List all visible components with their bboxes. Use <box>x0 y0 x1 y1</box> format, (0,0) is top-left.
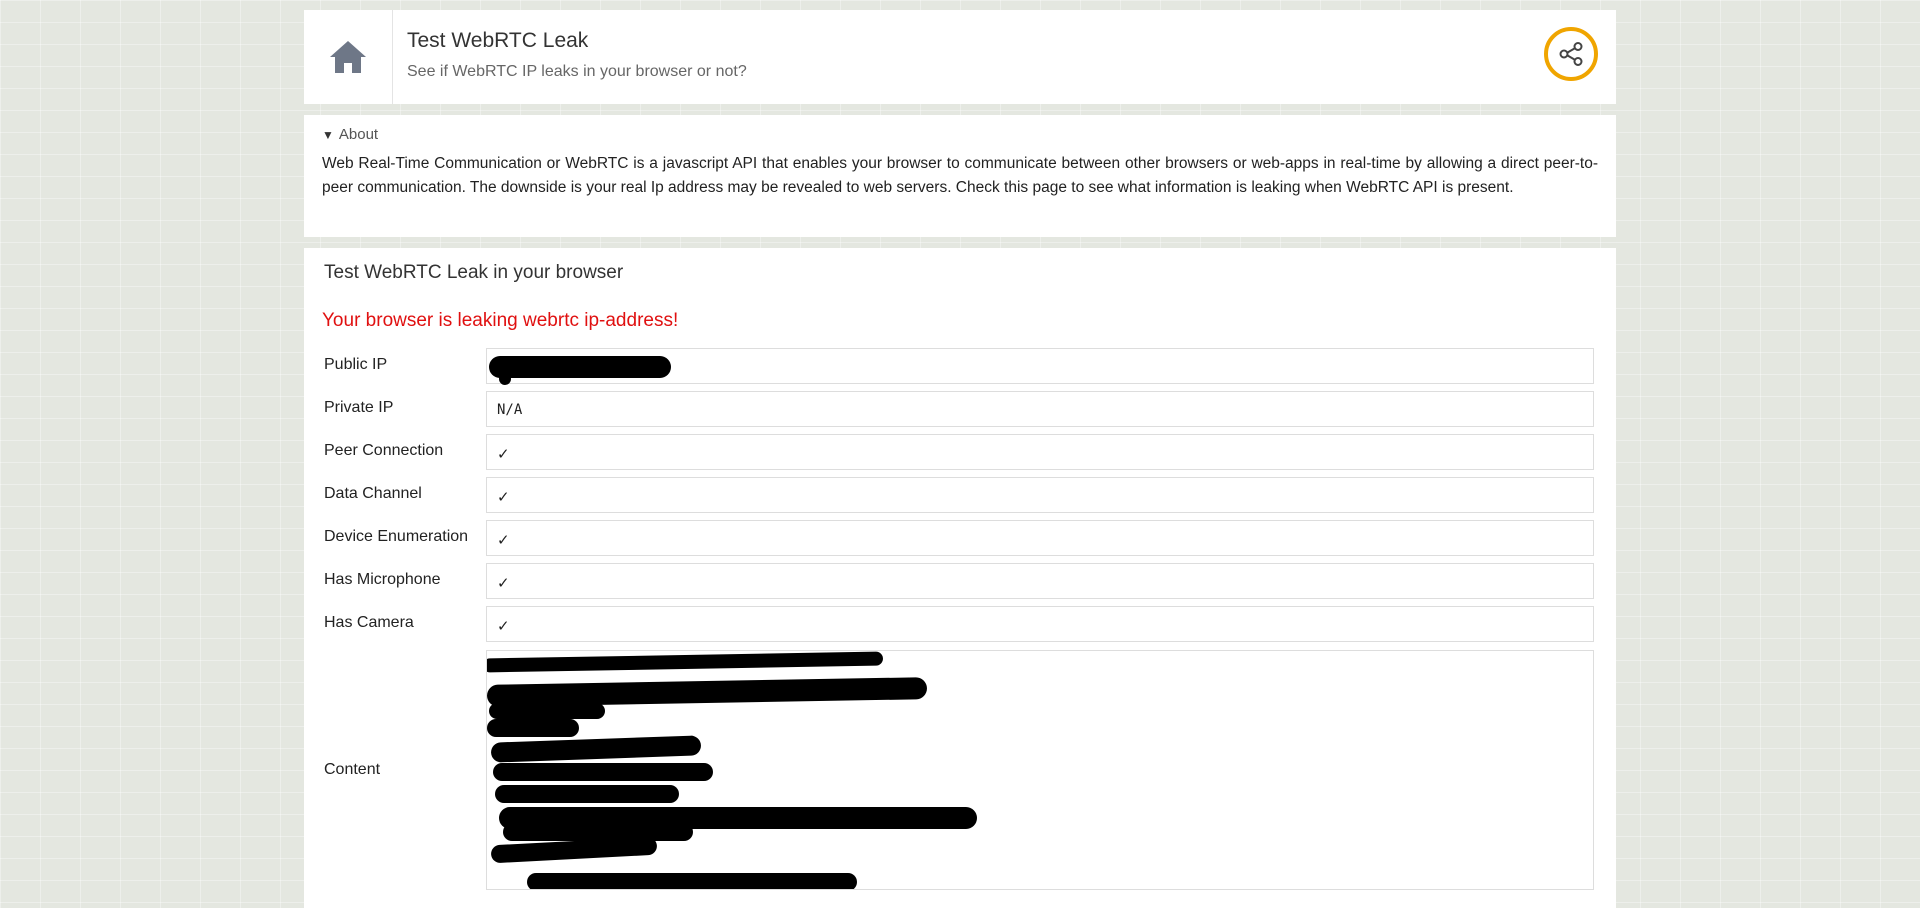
result-row-peer-connection: Peer Connection ✓ <box>322 434 1598 477</box>
result-row-device-enumeration: Device Enumeration ✓ <box>322 520 1598 563</box>
redaction-mark <box>489 703 605 719</box>
row-label: Has Microphone <box>324 571 441 588</box>
row-label: Content <box>324 761 381 778</box>
page-subtitle: See if WebRTC IP leaks in your browser o… <box>407 63 747 80</box>
result-table: Public IP Private IP N/A Peer Connection… <box>322 348 1598 890</box>
redaction-mark <box>503 823 693 841</box>
share-button[interactable] <box>1544 27 1598 81</box>
redaction-mark <box>527 873 857 889</box>
result-row-public-ip: Public IP <box>322 348 1598 391</box>
about-panel: ▼ About Web Real-Time Communication or W… <box>304 115 1616 237</box>
redaction-mark <box>493 763 713 781</box>
test-panel: Test WebRTC Leak in your browser Your br… <box>304 248 1616 908</box>
redaction-mark <box>499 373 511 385</box>
section-title: Test WebRTC Leak in your browser <box>324 262 624 283</box>
row-label: Peer Connection <box>324 442 444 459</box>
row-label: Data Channel <box>324 485 422 502</box>
leak-alert: Your browser is leaking webrtc ip-addres… <box>322 310 679 331</box>
row-label: Public IP <box>324 356 388 373</box>
row-label: Has Camera <box>324 614 414 631</box>
share-icon <box>1559 42 1583 66</box>
redaction-mark <box>490 735 702 763</box>
result-row-has-camera: Has Camera ✓ <box>322 606 1598 649</box>
page-title: Test WebRTC Leak <box>407 29 589 52</box>
peer-connection-value[interactable]: ✓ <box>486 434 1594 470</box>
data-channel-value[interactable]: ✓ <box>486 477 1594 513</box>
row-label: Private IP <box>324 399 394 416</box>
about-summary-label: About <box>338 126 379 143</box>
content-textarea[interactable] <box>486 650 1594 890</box>
redaction-mark <box>487 719 579 737</box>
result-row-content: Content <box>322 650 1598 890</box>
page-header: Test WebRTC Leak See if WebRTC IP leaks … <box>304 10 1616 104</box>
device-enumeration-value[interactable]: ✓ <box>486 520 1594 556</box>
about-toggle[interactable]: ▼ About <box>322 126 1598 143</box>
home-icon <box>330 41 366 73</box>
about-text: Web Real-Time Communication or WebRTC is… <box>322 155 1598 196</box>
redaction-mark <box>487 651 884 673</box>
result-row-has-microphone: Has Microphone ✓ <box>322 563 1598 606</box>
result-row-data-channel: Data Channel ✓ <box>322 477 1598 520</box>
redaction-mark <box>495 785 679 803</box>
public-ip-value[interactable] <box>486 348 1594 385</box>
row-label: Device Enumeration <box>324 528 469 545</box>
redaction-mark <box>489 356 671 378</box>
result-row-private-ip: Private IP N/A <box>322 391 1598 434</box>
private-ip-value[interactable]: N/A <box>486 391 1594 427</box>
triangle-down-icon: ▼ <box>322 127 334 142</box>
has-microphone-value[interactable]: ✓ <box>486 563 1594 599</box>
home-button[interactable] <box>304 10 393 104</box>
has-camera-value[interactable]: ✓ <box>486 606 1594 642</box>
title-block: Test WebRTC Leak See if WebRTC IP leaks … <box>393 10 1616 104</box>
